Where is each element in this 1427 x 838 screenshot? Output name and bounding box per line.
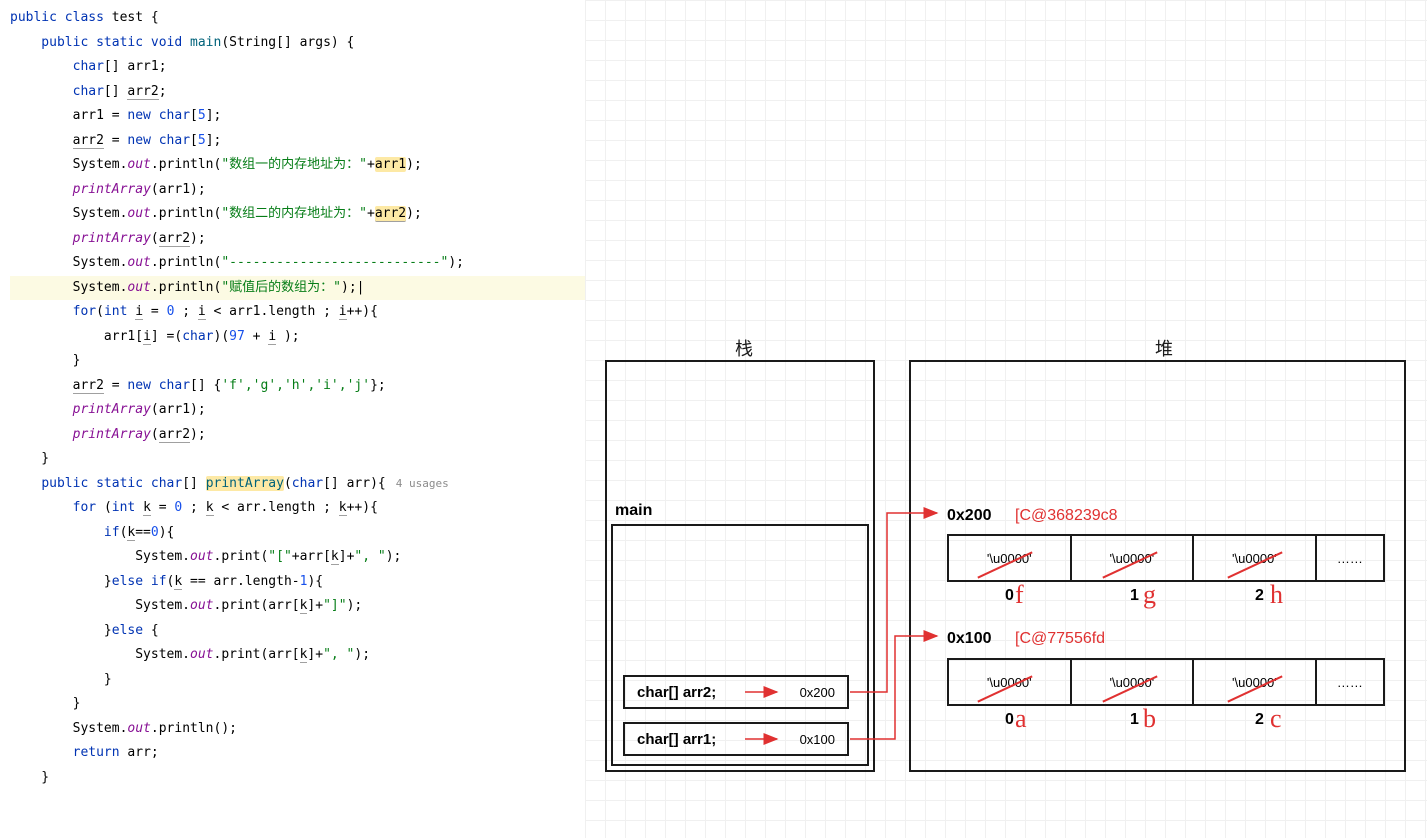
heap-ref-200: [C@368239c8 xyxy=(1015,507,1118,525)
main-frame-label: main xyxy=(615,502,652,520)
memory-diagram: 栈 堆 main char[] arr2; 0x200 char[] arr1;… xyxy=(585,0,1427,838)
heap-address-200: 0x200 xyxy=(947,507,992,525)
var-arr2: char[] arr2; 0x200 xyxy=(623,675,849,709)
stack-title: 栈 xyxy=(735,335,753,361)
heap-array-200: '\u0000' '\u0000' '\u0000' …… xyxy=(947,534,1385,582)
heap-ref-100: [C@77556fd xyxy=(1015,630,1105,648)
var-arr1: char[] arr1; 0x100 xyxy=(623,722,849,756)
code-editor: public class test { public static void m… xyxy=(0,0,585,838)
indices-100: 0 1 2 xyxy=(947,711,1322,729)
heap-array-100: '\u0000' '\u0000' '\u0000' …… xyxy=(947,658,1385,706)
heap-address-100: 0x100 xyxy=(947,630,992,648)
heap-title: 堆 xyxy=(1155,335,1173,361)
indices-200: 0 1 2 xyxy=(947,587,1322,605)
